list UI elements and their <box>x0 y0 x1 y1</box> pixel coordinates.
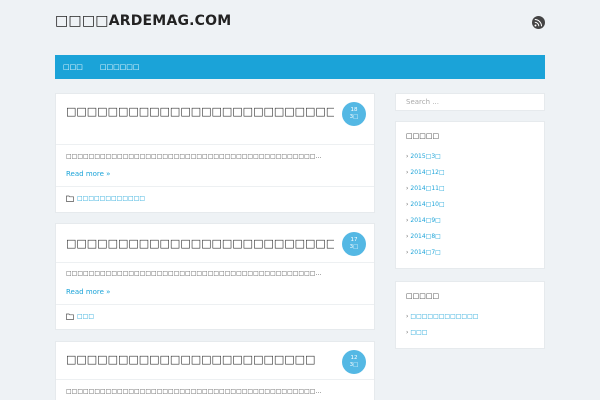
archive-link[interactable]: › 2014□7□ <box>406 249 441 256</box>
chevron-right-icon: › <box>406 249 409 256</box>
search-input[interactable]: Search ... <box>395 93 545 111</box>
date-day: 18 <box>350 107 358 113</box>
read-more-link[interactable]: Read more » <box>66 288 110 296</box>
widget-title: □□□□□ <box>406 292 440 300</box>
divider <box>56 304 374 305</box>
divider <box>56 144 374 145</box>
archive-link[interactable]: › 2014□10□ <box>406 201 445 208</box>
date-month: 3□ <box>349 114 359 120</box>
post-card: □□□□□□□□□□□□□□□□□□□□□□□□□□□□□□□□□□□□□□□□… <box>55 93 375 213</box>
chevron-right-icon: › <box>406 313 409 320</box>
divider <box>56 379 374 380</box>
nav-item-page[interactable]: □□□□□□ <box>98 63 142 71</box>
date-badge: 17 3□ <box>342 232 366 256</box>
site-title[interactable]: □□□□ARDEMAG.COM <box>55 13 231 29</box>
archive-label: 2014□7□ <box>410 249 441 256</box>
widget-title: □□□□□ <box>406 132 440 140</box>
folder-icon <box>66 195 74 202</box>
divider <box>56 262 374 263</box>
archive-link[interactable]: › 2015□3□ <box>406 153 441 160</box>
date-badge: 12 3□ <box>342 350 366 374</box>
date-day: 17 <box>350 237 358 243</box>
post-excerpt: □□□□□□□□□□□□□□□□□□□□□□□□□□□□□□□□□□□□□□□□… <box>66 153 322 160</box>
post-excerpt: □□□□□□□□□□□□□□□□□□□□□□□□□□□□□□□□□□□□□□□□… <box>66 270 322 277</box>
folder-icon <box>66 313 74 320</box>
archive-label: 2014□9□ <box>410 217 441 224</box>
post-category: □□□□□□□□□□□□ <box>66 195 145 202</box>
post-card: □□□□□□□□□□□□□□□□□□□□□□□□ 12 3□ □□□□□□□□□… <box>55 341 375 400</box>
date-badge: 18 3□ <box>342 102 366 126</box>
chevron-right-icon: › <box>406 233 409 240</box>
post-category: □□□ <box>66 313 94 320</box>
categories-widget: □□□□□ › □□□□□□□□□□□□ › □□□ <box>395 281 545 349</box>
category-label: □□□□□□□□□□□□ <box>410 313 479 320</box>
chevron-right-icon: › <box>406 185 409 192</box>
archive-label: 2014□10□ <box>410 201 445 208</box>
archive-link[interactable]: › 2014□8□ <box>406 233 441 240</box>
post-title[interactable]: □□□□□□□□□□□□□□□□□□□□□□□□ <box>66 351 334 368</box>
post-excerpt: □□□□□□□□□□□□□□□□□□□□□□□□□□□□□□□□□□□□□□□□… <box>66 388 322 395</box>
archive-label: 2015□3□ <box>410 153 441 160</box>
date-month: 3□ <box>349 244 359 250</box>
archive-label: 2014□12□ <box>410 169 445 176</box>
category-widget-link[interactable]: › □□□□□□□□□□□□ <box>406 313 478 320</box>
post-title[interactable]: □□□□□□□□□□□□□□□□□□□□□□□□□□□□□□□□□□□□□□□□… <box>66 103 334 120</box>
post-card: □□□□□□□□□□□□□□□□□□□□□□□□□□□□□□□□□□ 17 3□… <box>55 223 375 330</box>
date-day: 12 <box>350 355 358 361</box>
chevron-right-icon: › <box>406 201 409 208</box>
read-more-link[interactable]: Read more » <box>66 170 110 178</box>
category-label: □□□ <box>410 329 428 336</box>
date-month: 3□ <box>349 362 359 368</box>
chevron-right-icon: › <box>406 329 409 336</box>
archive-label: 2014□8□ <box>410 233 441 240</box>
chevron-right-icon: › <box>406 217 409 224</box>
chevron-right-icon: › <box>406 153 409 160</box>
divider <box>56 186 374 187</box>
archive-link[interactable]: › 2014□9□ <box>406 217 441 224</box>
main-nav: □□□ □□□□□□ <box>55 55 545 79</box>
post-title[interactable]: □□□□□□□□□□□□□□□□□□□□□□□□□□□□□□□□□□ <box>66 235 334 252</box>
category-link[interactable]: □□□□□□□□□□□□ <box>77 195 145 202</box>
archive-label: 2014□11□ <box>410 185 445 192</box>
rss-icon[interactable] <box>532 16 545 29</box>
archives-widget: □□□□□ › 2015□3□ › 2014□12□ › 2014□11□ › 2014… <box>395 121 545 269</box>
category-link[interactable]: □□□ <box>77 313 94 320</box>
nav-item-home[interactable]: □□□ <box>61 63 85 71</box>
chevron-right-icon: › <box>406 169 409 176</box>
category-widget-link[interactable]: › □□□ <box>406 329 427 336</box>
archive-link[interactable]: › 2014□12□ <box>406 169 445 176</box>
archive-link[interactable]: › 2014□11□ <box>406 185 445 192</box>
